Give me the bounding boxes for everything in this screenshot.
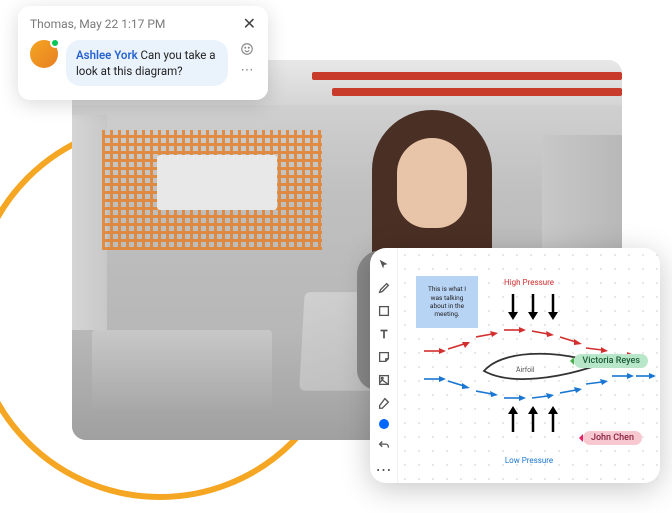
- whiteboard-canvas[interactable]: This is what I was talking about in the …: [398, 248, 660, 483]
- arrow-flow-red-icon: [504, 326, 526, 334]
- avatar[interactable]: [30, 40, 58, 68]
- collaborator-cursor-victoria: Victoria Reyes: [574, 354, 648, 368]
- arrow-flow-red-icon: [532, 328, 554, 338]
- arrow-flow-blue-icon: [612, 372, 634, 380]
- arrow-down-icon: [546, 292, 560, 320]
- arrow-flow-red-icon: [586, 344, 608, 354]
- sticky-note[interactable]: This is what I was talking about in the …: [416, 276, 478, 328]
- mention: Ashlee York: [76, 48, 138, 62]
- color-blue-icon[interactable]: [376, 419, 392, 429]
- arrow-up-icon: [526, 406, 540, 434]
- arrow-up-icon: [546, 406, 560, 434]
- arrow-flow-blue-icon: [560, 386, 582, 396]
- text-tool-icon[interactable]: [376, 327, 392, 341]
- arrow-flow-blue-icon: [586, 378, 608, 388]
- label-low-pressure: Low Pressure: [505, 456, 553, 465]
- arrow-flow-blue-icon: [504, 394, 526, 402]
- arrow-flow-blue-icon: [532, 392, 554, 402]
- sticky-tool-icon[interactable]: [376, 350, 392, 364]
- select-tool-icon[interactable]: [376, 258, 392, 272]
- chat-message-bubble[interactable]: Ashlee York Can you take a look at this …: [66, 40, 228, 86]
- presence-indicator: [50, 38, 60, 48]
- chat-notification: Thomas, May 22 1:17 PM ✕ Ashlee York Can…: [18, 6, 268, 100]
- more-tools-icon[interactable]: ⋯: [376, 461, 392, 477]
- collaborator-cursor-john: John Chen: [583, 431, 642, 445]
- whiteboard-panel: ⋯ This is what I was talking about in th…: [370, 248, 660, 483]
- image-tool-icon[interactable]: [376, 373, 392, 387]
- arrow-down-icon: [526, 292, 540, 320]
- label-high-pressure: High Pressure: [504, 278, 554, 287]
- arrow-flow-blue-icon: [448, 378, 470, 390]
- label-airfoil: Airfoil: [516, 366, 535, 374]
- close-icon[interactable]: ✕: [243, 16, 256, 32]
- shape-tool-icon[interactable]: [376, 304, 392, 318]
- eraser-tool-icon[interactable]: [376, 396, 392, 410]
- arrow-flow-red-icon: [560, 334, 582, 346]
- react-emoji-icon[interactable]: [238, 40, 256, 58]
- arrow-flow-red-icon: [448, 340, 470, 352]
- more-options-icon[interactable]: ⋯: [238, 61, 256, 79]
- arrow-up-icon: [506, 406, 520, 434]
- undo-tool-icon[interactable]: [376, 438, 392, 452]
- arrow-flow-blue-icon: [476, 388, 498, 398]
- arrow-flow-blue-icon: [424, 374, 446, 384]
- pen-tool-icon[interactable]: [376, 281, 392, 295]
- arrow-flow-red-icon: [424, 346, 446, 356]
- whiteboard-toolbar: ⋯: [370, 248, 398, 483]
- arrow-flow-red-icon: [476, 330, 498, 340]
- arrow-flow-blue-icon: [636, 372, 656, 380]
- chat-timestamp: Thomas, May 22 1:17 PM: [30, 17, 165, 31]
- arrow-down-icon: [506, 292, 520, 320]
